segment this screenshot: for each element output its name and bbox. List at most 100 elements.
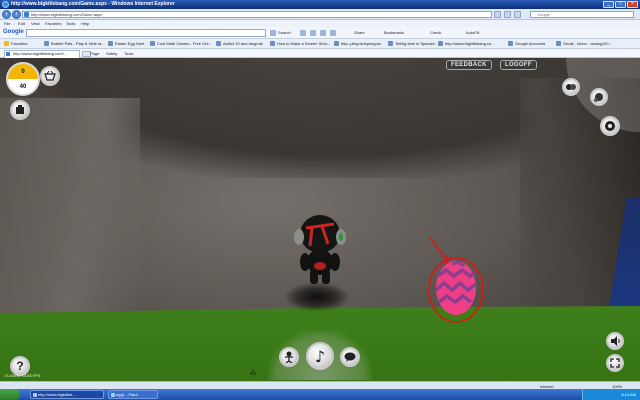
favicon-icon — [556, 41, 561, 46]
menu-bar: File Edit View Favorites Tools Help — [0, 20, 640, 27]
clock: 8:14 AM — [621, 392, 636, 397]
camera-button[interactable] — [600, 116, 620, 136]
box-icon — [16, 105, 24, 114]
bookmarks-button[interactable]: Bookmarks — [384, 30, 404, 35]
favicon-icon — [108, 41, 113, 46]
favorite-link[interactable]: Gmail - Inbox - claasg100... — [556, 41, 612, 46]
favorite-link[interactable]: Cool Math Games - Free Onl... — [150, 41, 212, 46]
coin-counter: 0 40 — [6, 62, 40, 96]
browser-tab[interactable]: http://www.bigkitlebang.com/... — [4, 50, 80, 58]
fullscreen-button[interactable] — [606, 354, 624, 372]
easter-egg-highlight[interactable] — [418, 236, 490, 324]
window-title: http://www.bigkitlebang.com/Game.aspx - … — [11, 1, 175, 7]
favorite-link[interactable]: Google Accounts — [508, 41, 545, 46]
favicon-icon — [508, 41, 513, 46]
minimize-button[interactable]: _ — [603, 1, 614, 8]
address-tools — [494, 11, 521, 18]
menu-help[interactable]: Help — [81, 21, 89, 26]
cave-wall-left — [0, 98, 140, 338]
paint-icon — [111, 393, 115, 397]
tools-menu[interactable]: Tools — [124, 51, 133, 56]
status-bar: Internet 100% — [0, 381, 640, 389]
google-search-button[interactable]: Search — [278, 30, 291, 35]
maximize-button[interactable]: □ — [615, 1, 626, 8]
taskbar-item-browser[interactable]: http://www.bigkitleb... — [30, 390, 104, 399]
map-button[interactable] — [590, 88, 608, 106]
favorite-link[interactable]: http://www.bigkitlebang.co... — [438, 41, 495, 46]
window-titlebar: http://www.bigkitlebang.com/Game.aspx - … — [0, 0, 640, 9]
ie-icon — [33, 393, 37, 397]
toolbar-icon[interactable] — [310, 30, 316, 36]
google-logo: Google — [3, 29, 24, 35]
page-menu[interactable]: Page — [90, 51, 99, 56]
google-search-input[interactable] — [26, 29, 266, 37]
toolbar-icon[interactable] — [330, 30, 336, 36]
favorite-link[interactable]: Telling time in Spanish — [388, 41, 435, 46]
favorites-bar: Favorites Bubble Pals - Play & Hide et..… — [0, 39, 640, 49]
toolbar-icon[interactable] — [320, 30, 326, 36]
inventory-button[interactable] — [10, 100, 30, 120]
tab-favicon-icon — [6, 52, 10, 56]
annotation-arrow — [429, 237, 449, 263]
favorite-link[interactable]: Addict 20 and tangrole — [216, 41, 263, 46]
speaker-icon — [610, 336, 620, 346]
page-icon — [24, 12, 29, 17]
music-button[interactable]: ♪ — [306, 342, 334, 370]
menu-view[interactable]: View — [31, 21, 40, 26]
search-input[interactable] — [530, 11, 634, 18]
url-input[interactable] — [22, 11, 492, 18]
game-viewport[interactable]: 0 40 FEEDBACK LOGOFF ♪ ⁂ ? 73.40ms, 13.6… — [0, 58, 640, 381]
favicon-icon — [44, 41, 49, 46]
taskbar-item-paint[interactable]: egg1 - Paint — [108, 390, 158, 399]
sound-button[interactable] — [606, 332, 624, 350]
close-button[interactable]: × — [627, 1, 638, 8]
friends-button[interactable] — [562, 78, 580, 96]
dance-icon — [285, 351, 293, 363]
share-button[interactable]: Share — [354, 30, 365, 35]
menu-edit[interactable]: Edit — [18, 21, 25, 26]
star-icon — [4, 41, 9, 46]
menu-favorites[interactable]: Favorites — [45, 21, 61, 26]
favicon-icon — [388, 41, 393, 46]
chat-button[interactable] — [340, 347, 360, 367]
favorite-link[interactable]: http--pilay.clubpenguin — [334, 41, 381, 46]
address-bar: ‹ › — [0, 9, 640, 20]
emote-button[interactable] — [279, 347, 299, 367]
command-bar: http://www.bigkitlebang.com/... Page Saf… — [0, 49, 640, 58]
favorite-link[interactable]: Easter Egg Hunt — [108, 41, 144, 46]
shop-button[interactable] — [40, 66, 60, 86]
compat-view-icon[interactable] — [494, 11, 501, 18]
toolbar-icon[interactable] — [300, 30, 306, 36]
favorite-link[interactable]: Bubble Pals - Play & Hide et... — [44, 41, 105, 46]
search-icon[interactable] — [270, 30, 276, 36]
ie-icon — [2, 1, 9, 8]
basket-icon — [44, 71, 56, 81]
coin-count-bottom: 40 — [19, 84, 27, 90]
check-button[interactable]: Check — [430, 30, 441, 35]
eye-icon — [605, 121, 615, 131]
autofill-button[interactable]: AutoFill — [466, 30, 479, 35]
fps-readout: 73.40ms, 13.63 FPS — [4, 373, 41, 378]
favicon-icon — [216, 41, 221, 46]
favorites-button[interactable]: Favorites — [4, 41, 27, 46]
back-arrow-icon[interactable]: ‹ — [2, 10, 11, 19]
friends-icon — [566, 84, 576, 90]
favicon-icon — [334, 41, 339, 46]
logoff-button[interactable]: LOGOFF — [500, 60, 537, 70]
coin-count-top: 0 — [21, 69, 25, 75]
favicon-icon — [150, 41, 155, 46]
refresh-icon[interactable] — [504, 11, 511, 18]
forward-arrow-icon[interactable]: › — [12, 10, 21, 19]
stop-icon[interactable] — [514, 11, 521, 18]
map-marker: ⁂ — [250, 370, 256, 377]
system-tray: 8:14 AM — [582, 389, 640, 400]
favorite-link[interactable]: How to Make a Screen Shot... — [270, 41, 330, 46]
safety-menu[interactable]: Safety — [106, 51, 117, 56]
menu-tools[interactable]: Tools — [66, 21, 75, 26]
start-button[interactable] — [0, 389, 20, 400]
player-avatar[interactable] — [290, 204, 350, 294]
music-note-icon: ♪ — [314, 346, 326, 366]
feedback-button[interactable]: FEEDBACK — [446, 60, 492, 70]
favicon-icon — [438, 41, 443, 46]
menu-file[interactable]: File — [4, 21, 10, 26]
